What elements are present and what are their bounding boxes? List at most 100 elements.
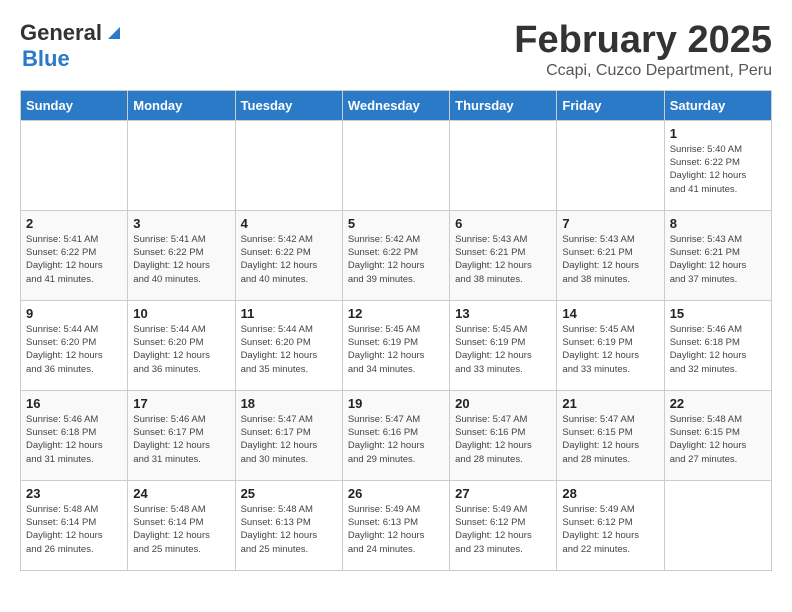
day-number: 26 (348, 486, 444, 501)
table-row: 8 Sunrise: 5:43 AM Sunset: 6:21 PM Daylig… (664, 210, 771, 300)
day-info: Sunrise: 5:46 AM Sunset: 6:18 PM Dayligh… (26, 413, 122, 466)
calendar-subtitle: Ccapi, Cuzco Department, Peru (514, 62, 772, 80)
day-number: 18 (241, 396, 337, 411)
table-row: 16 Sunrise: 5:46 AM Sunset: 6:18 PM Dayli… (21, 390, 128, 480)
day-number: 10 (133, 306, 229, 321)
day-info: Sunrise: 5:45 AM Sunset: 6:19 PM Dayligh… (455, 323, 551, 376)
table-row: 4 Sunrise: 5:42 AM Sunset: 6:22 PM Daylig… (235, 210, 342, 300)
day-number: 27 (455, 486, 551, 501)
table-row: 27 Sunrise: 5:49 AM Sunset: 6:12 PM Dayli… (450, 480, 557, 570)
day-number: 17 (133, 396, 229, 411)
table-row: 23Sunrise: 5:48 AM Sunset: 6:14 PM Dayli… (21, 480, 128, 570)
day-number: 7 (562, 216, 658, 231)
day-info: Sunrise: 5:48 AM Sunset: 6:15 PM Dayligh… (670, 413, 766, 466)
table-row: 5Sunrise: 5:42 AM Sunset: 6:22 PM Daylig… (342, 210, 449, 300)
header-saturday: Saturday (664, 90, 771, 120)
calendar-week-row: 1 Sunrise: 5:40 AM Sunset: 6:22 PM Daylig… (21, 120, 772, 210)
table-row: 6 Sunrise: 5:43 AM Sunset: 6:21 PM Daylig… (450, 210, 557, 300)
day-number: 2 (26, 216, 122, 231)
day-info: Sunrise: 5:46 AM Sunset: 6:17 PM Dayligh… (133, 413, 229, 466)
table-row: 1 Sunrise: 5:40 AM Sunset: 6:22 PM Daylig… (664, 120, 771, 210)
calendar-header-row: Sunday Monday Tuesday Wednesday Thursday… (21, 90, 772, 120)
table-row: 2 Sunrise: 5:41 AM Sunset: 6:22 PM Daylig… (21, 210, 128, 300)
page-header: General Blue February 2025 Ccapi, Cuzco … (20, 20, 772, 80)
day-number: 13 (455, 306, 551, 321)
day-number: 25 (241, 486, 337, 501)
day-info: Sunrise: 5:47 AM Sunset: 6:15 PM Dayligh… (562, 413, 658, 466)
table-row: 26 Sunrise: 5:49 AM Sunset: 6:13 PM Dayli… (342, 480, 449, 570)
table-row: 25 Sunrise: 5:48 AM Sunset: 6:13 PM Dayli… (235, 480, 342, 570)
day-number: 21 (562, 396, 658, 411)
day-number: 12 (348, 306, 444, 321)
table-row: 7 Sunrise: 5:43 AM Sunset: 6:21 PM Daylig… (557, 210, 664, 300)
table-row: 22 Sunrise: 5:48 AM Sunset: 6:15 PM Dayli… (664, 390, 771, 480)
table-row: 18 Sunrise: 5:47 AM Sunset: 6:17 PM Dayli… (235, 390, 342, 480)
day-number: 4 (241, 216, 337, 231)
day-info: Sunrise: 5:49 AM Sunset: 6:12 PM Dayligh… (455, 503, 551, 556)
table-row: 12 Sunrise: 5:45 AM Sunset: 6:19 PM Dayli… (342, 300, 449, 390)
day-info: Sunrise: 5:41 AM Sunset: 6:22 PM Dayligh… (26, 233, 122, 286)
day-info: Sunrise: 5:45 AM Sunset: 6:19 PM Dayligh… (562, 323, 658, 376)
table-row (557, 120, 664, 210)
day-number: 8 (670, 216, 766, 231)
day-number: 19 (348, 396, 444, 411)
day-number: 1 (670, 126, 766, 141)
day-number: 28 (562, 486, 658, 501)
table-row (342, 120, 449, 210)
table-row: 14 Sunrise: 5:45 AM Sunset: 6:19 PM Dayli… (557, 300, 664, 390)
table-row: 15Sunrise: 5:46 AM Sunset: 6:18 PM Dayli… (664, 300, 771, 390)
day-info: Sunrise: 5:48 AM Sunset: 6:14 PM Dayligh… (26, 503, 122, 556)
day-info: Sunrise: 5:43 AM Sunset: 6:21 PM Dayligh… (455, 233, 551, 286)
header-wednesday: Wednesday (342, 90, 449, 120)
table-row (21, 120, 128, 210)
table-row: 13 Sunrise: 5:45 AM Sunset: 6:19 PM Dayli… (450, 300, 557, 390)
day-info: Sunrise: 5:45 AM Sunset: 6:19 PM Dayligh… (348, 323, 444, 376)
table-row: 11Sunrise: 5:44 AM Sunset: 6:20 PM Dayli… (235, 300, 342, 390)
day-info: Sunrise: 5:47 AM Sunset: 6:17 PM Dayligh… (241, 413, 337, 466)
header-friday: Friday (557, 90, 664, 120)
day-info: Sunrise: 5:40 AM Sunset: 6:22 PM Dayligh… (670, 143, 766, 196)
day-number: 20 (455, 396, 551, 411)
table-row: 3 Sunrise: 5:41 AM Sunset: 6:22 PM Daylig… (128, 210, 235, 300)
day-info: Sunrise: 5:42 AM Sunset: 6:22 PM Dayligh… (241, 233, 337, 286)
header-sunday: Sunday (21, 90, 128, 120)
table-row: 20 Sunrise: 5:47 AM Sunset: 6:16 PM Dayli… (450, 390, 557, 480)
table-row: 19Sunrise: 5:47 AM Sunset: 6:16 PM Dayli… (342, 390, 449, 480)
day-info: Sunrise: 5:49 AM Sunset: 6:13 PM Dayligh… (348, 503, 444, 556)
day-info: Sunrise: 5:44 AM Sunset: 6:20 PM Dayligh… (26, 323, 122, 376)
day-info: Sunrise: 5:44 AM Sunset: 6:20 PM Dayligh… (241, 323, 337, 376)
day-info: Sunrise: 5:48 AM Sunset: 6:14 PM Dayligh… (133, 503, 229, 556)
calendar-title: February 2025 (514, 20, 772, 62)
day-info: Sunrise: 5:41 AM Sunset: 6:22 PM Dayligh… (133, 233, 229, 286)
table-row (235, 120, 342, 210)
calendar-week-row: 2 Sunrise: 5:41 AM Sunset: 6:22 PM Daylig… (21, 210, 772, 300)
day-number: 14 (562, 306, 658, 321)
day-info: Sunrise: 5:43 AM Sunset: 6:21 PM Dayligh… (562, 233, 658, 286)
day-number: 5 (348, 216, 444, 231)
day-info: Sunrise: 5:44 AM Sunset: 6:20 PM Dayligh… (133, 323, 229, 376)
calendar-week-row: 9 Sunrise: 5:44 AM Sunset: 6:20 PM Daylig… (21, 300, 772, 390)
logo: General Blue (20, 20, 124, 72)
day-number: 22 (670, 396, 766, 411)
day-number: 16 (26, 396, 122, 411)
calendar-table: Sunday Monday Tuesday Wednesday Thursday… (20, 90, 772, 571)
day-info: Sunrise: 5:43 AM Sunset: 6:21 PM Dayligh… (670, 233, 766, 286)
table-row: 10 Sunrise: 5:44 AM Sunset: 6:20 PM Dayli… (128, 300, 235, 390)
logo-general: General (20, 20, 102, 46)
table-row: 17 Sunrise: 5:46 AM Sunset: 6:17 PM Dayli… (128, 390, 235, 480)
day-number: 9 (26, 306, 122, 321)
day-info: Sunrise: 5:47 AM Sunset: 6:16 PM Dayligh… (455, 413, 551, 466)
day-number: 6 (455, 216, 551, 231)
table-row (128, 120, 235, 210)
day-info: Sunrise: 5:48 AM Sunset: 6:13 PM Dayligh… (241, 503, 337, 556)
day-number: 24 (133, 486, 229, 501)
day-number: 3 (133, 216, 229, 231)
logo-icon (104, 21, 124, 41)
calendar-week-row: 23Sunrise: 5:48 AM Sunset: 6:14 PM Dayli… (21, 480, 772, 570)
table-row: 24 Sunrise: 5:48 AM Sunset: 6:14 PM Dayli… (128, 480, 235, 570)
day-number: 15 (670, 306, 766, 321)
calendar-week-row: 16 Sunrise: 5:46 AM Sunset: 6:18 PM Dayli… (21, 390, 772, 480)
logo-blue: Blue (22, 46, 70, 71)
table-row (664, 480, 771, 570)
table-row: 9 Sunrise: 5:44 AM Sunset: 6:20 PM Daylig… (21, 300, 128, 390)
